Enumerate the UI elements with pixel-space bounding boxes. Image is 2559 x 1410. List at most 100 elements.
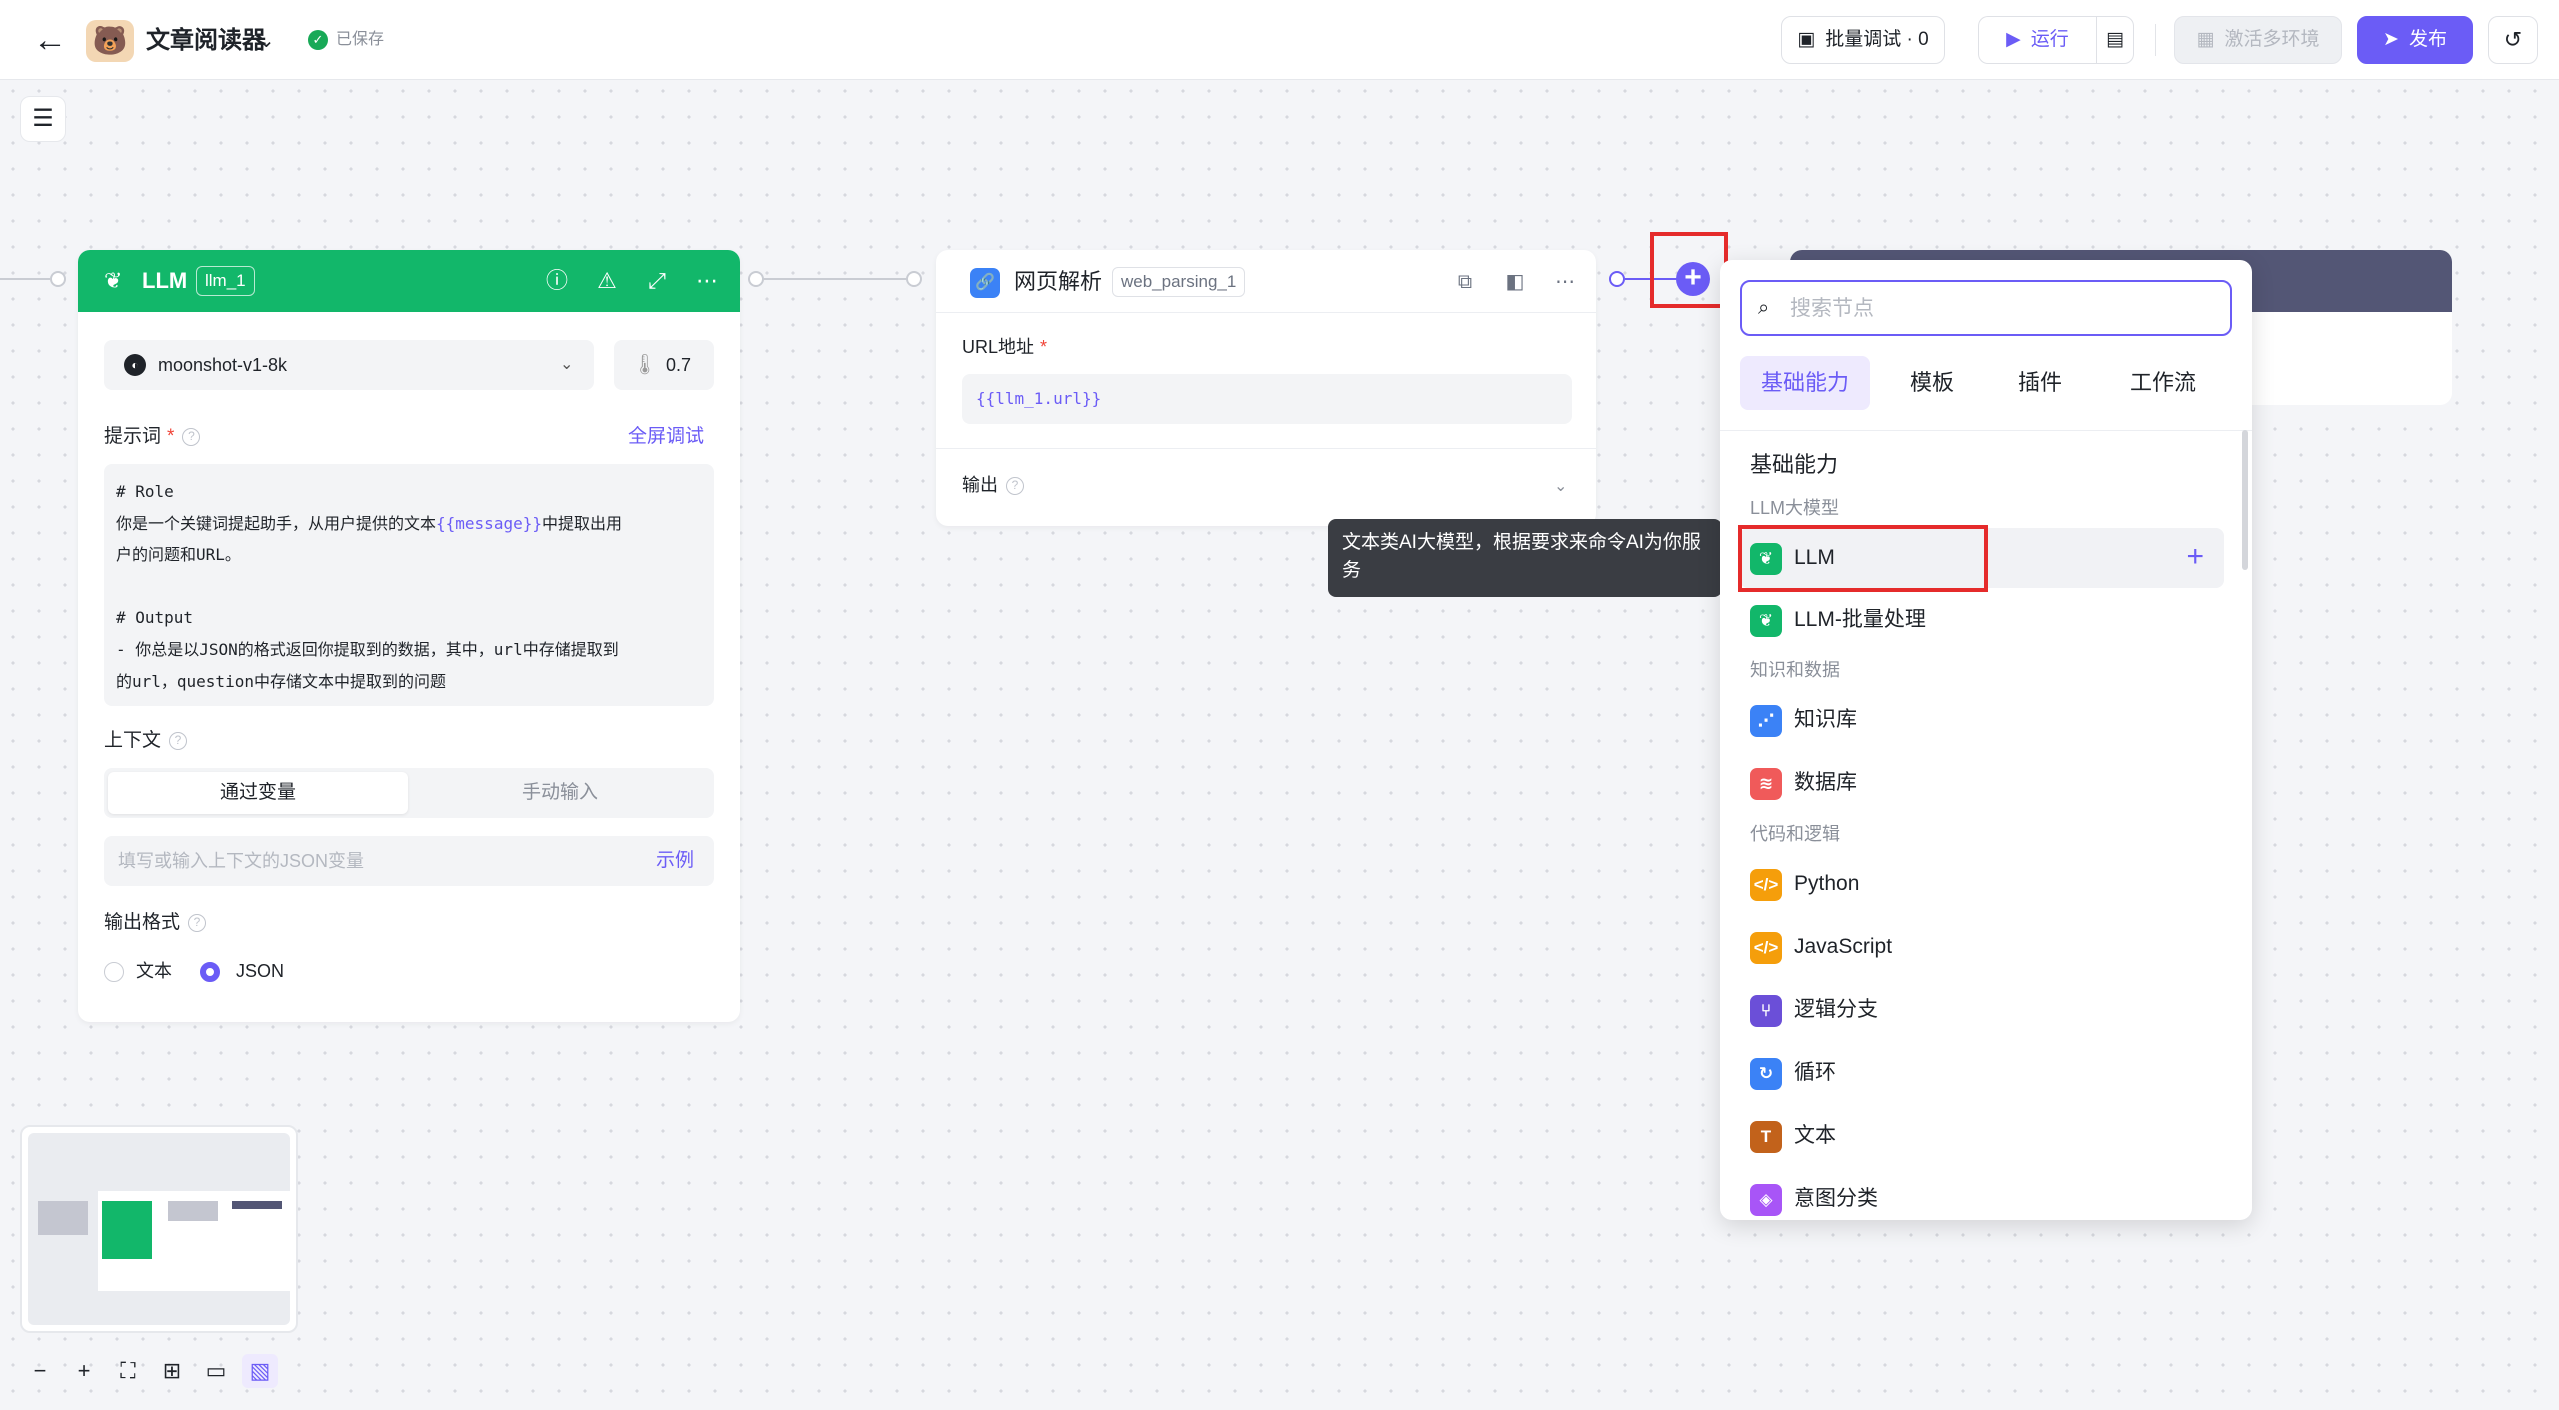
help-icon[interactable]: ? xyxy=(188,913,207,932)
help-icon[interactable]: ? xyxy=(1006,477,1024,496)
scrollbar[interactable] xyxy=(2242,430,2248,570)
python-icon: </> xyxy=(1750,869,1782,901)
tab-basic[interactable]: 基础能力 xyxy=(1740,356,1870,410)
batch-debug-label: 批量调试 · 0 xyxy=(1825,29,1929,50)
url-value: {{llm_1.url}} xyxy=(976,389,1102,408)
context-label-text: 上下文 xyxy=(104,730,162,751)
chevron-down-icon[interactable]: ⌄ xyxy=(258,24,275,58)
check-circle-icon: ✓ xyxy=(308,30,328,50)
context-label: 上下文? xyxy=(104,728,188,754)
zoom-out-icon[interactable]: − xyxy=(22,1354,58,1388)
back-arrow-icon[interactable]: ← xyxy=(28,18,72,62)
tooltip: 文本类AI大模型，根据要求来命令AI为你服务 xyxy=(1328,519,1722,597)
output-format-label-text: 输出格式 xyxy=(104,912,181,933)
prompt-label-text: 提示词 xyxy=(104,426,162,447)
web-parsing-node[interactable]: 🔗 网页解析 web_parsing_1 ⧉ ◧ ⋯ URL地址 * {{llm_… xyxy=(936,250,1596,526)
web-node-id[interactable]: web_parsing_1 xyxy=(1112,267,1246,297)
node-item-text[interactable]: T 文本 xyxy=(1740,1106,2224,1166)
url-input[interactable]: {{llm_1.url}} xyxy=(962,374,1572,424)
output-format-label: 输出格式? xyxy=(104,910,207,936)
tab-plugin[interactable]: 插件 xyxy=(1990,356,2090,410)
warning-icon[interactable]: ⚠ xyxy=(592,266,622,296)
app-avatar-icon: 🐻 xyxy=(86,20,134,62)
zoom-in-icon[interactable]: + xyxy=(66,1354,102,1388)
input-port[interactable] xyxy=(50,271,66,287)
llm-node-header[interactable]: ❦ LLM llm_1 ⓘ ⚠ ⤢ ⋯ xyxy=(78,250,740,312)
llm-output-port[interactable] xyxy=(748,271,764,287)
comment-icon[interactable]: ▭ xyxy=(198,1354,234,1388)
fit-view-icon[interactable]: ⛶ xyxy=(110,1354,146,1388)
node-item-label: JavaScript xyxy=(1794,935,1893,958)
chevron-down-icon[interactable]: ⌄ xyxy=(1554,476,1567,496)
prompt-text: 你是一个关键词提起助手，从用户提供的文本 xyxy=(116,513,437,533)
web-output-port[interactable] xyxy=(1609,271,1625,287)
edge-incoming xyxy=(0,278,50,280)
expand-icon[interactable]: ⤢ xyxy=(642,266,672,296)
node-item-label: Python xyxy=(1794,872,1860,895)
batch-debug-button[interactable]: ▣ 批量调试 · 0 xyxy=(1781,16,1945,64)
add-icon[interactable]: + xyxy=(2186,540,2204,574)
outline-toggle-icon[interactable]: ☰ xyxy=(20,96,66,142)
temperature-value: 0.7 xyxy=(666,355,692,375)
node-item-intent[interactable]: ◈ 意图分类 xyxy=(1740,1169,2224,1220)
model-name: moonshot-v1-8k xyxy=(158,355,288,375)
activate-env-button[interactable]: ▦ 激活多环境 xyxy=(2174,16,2342,64)
temperature-setting[interactable]: 🌡 0.7 xyxy=(614,340,714,390)
panel-icon[interactable]: ◧ xyxy=(1500,267,1530,297)
app-title[interactable]: 文章阅读器 xyxy=(146,24,266,58)
context-tab-manual[interactable]: 手动输入 xyxy=(410,772,710,814)
fullscreen-debug-link[interactable]: 全屏调试 xyxy=(628,424,704,450)
help-icon[interactable]: ? xyxy=(169,731,188,750)
prompt-editor[interactable]: # Role 你是一个关键词提起助手，从用户提供的文本{{message}}中提取… xyxy=(104,464,714,706)
prompt-blank-line xyxy=(116,571,702,603)
minimap-toggle-icon[interactable]: ▧ xyxy=(242,1354,278,1388)
copy-icon[interactable]: ⧉ xyxy=(1450,267,1480,297)
node-item-knowledge[interactable]: ⋰ 知识库 xyxy=(1740,690,2224,750)
node-item-label: 知识库 xyxy=(1794,708,1857,731)
help-icon[interactable]: ⓘ xyxy=(542,266,572,296)
radio-text[interactable] xyxy=(104,962,124,982)
model-select[interactable]: ◐ moonshot-v1-8k ⌄ xyxy=(104,340,594,390)
llm-node[interactable]: ❦ LLM llm_1 ⓘ ⚠ ⤢ ⋯ ◐ moonshot-v1-8k ⌄ 🌡… xyxy=(78,250,740,1022)
canvas-toolbar: − + ⛶ ⊞ ▭ ▧ xyxy=(20,1348,282,1392)
highlight-box xyxy=(1738,525,1988,592)
context-example-link[interactable]: 示例 xyxy=(656,848,694,874)
auto-layout-icon[interactable]: ⊞ xyxy=(154,1354,190,1388)
node-item-python[interactable]: </> Python xyxy=(1740,854,2224,914)
run-options-button[interactable]: ▤ xyxy=(2096,16,2134,64)
node-item-javascript[interactable]: </> JavaScript xyxy=(1740,917,2224,977)
node-item-loop[interactable]: ↻ 循环 xyxy=(1740,1043,2224,1103)
node-item-branch[interactable]: ⑂ 逻辑分支 xyxy=(1740,980,2224,1040)
more-icon[interactable]: ⋯ xyxy=(692,266,722,296)
prompt-line: - 你总是以JSON的格式返回你提取到的数据，其中，url中存储提取到 xyxy=(116,639,619,659)
output-label[interactable]: 输出? xyxy=(962,472,1024,498)
chevron-down-icon: ⌄ xyxy=(560,356,574,373)
radio-json[interactable] xyxy=(200,962,220,982)
node-item-label: 文本 xyxy=(1794,1124,1836,1147)
web-input-port[interactable] xyxy=(906,271,922,287)
context-tab-variable[interactable]: 通过变量 xyxy=(108,772,408,814)
loop-icon: ↻ xyxy=(1750,1058,1782,1090)
javascript-icon: </> xyxy=(1750,932,1782,964)
divider xyxy=(936,312,1596,313)
tab-template[interactable]: 模板 xyxy=(1882,356,1982,410)
node-item-label: 意图分类 xyxy=(1794,1187,1878,1210)
minimap[interactable] xyxy=(20,1125,298,1333)
search-input[interactable]: ⌕ 搜索节点 xyxy=(1740,280,2232,336)
publish-button[interactable]: ➤ 发布 xyxy=(2357,16,2473,64)
run-button[interactable]: ▶ 运行 xyxy=(1978,16,2096,64)
thermometer-icon: 🌡 xyxy=(632,354,658,376)
tab-workflow[interactable]: 工作流 xyxy=(2098,356,2228,410)
minimap-canvas xyxy=(28,1133,290,1325)
activate-env-label: 激活多环境 xyxy=(2224,29,2320,50)
text-icon: T xyxy=(1750,1121,1782,1153)
llm-node-id[interactable]: llm_1 xyxy=(196,266,255,296)
history-icon[interactable]: ↺ xyxy=(2488,16,2538,64)
more-icon[interactable]: ⋯ xyxy=(1550,267,1580,297)
node-item-database[interactable]: ≋ 数据库 xyxy=(1740,753,2224,813)
context-mode-toggle: 通过变量 手动输入 xyxy=(104,768,714,818)
node-picker-panel: ⌕ 搜索节点 基础能力 模板 插件 工作流 基础能力 LLM大模型 ❦ LLM … xyxy=(1720,260,2252,1220)
context-input[interactable]: 填写或输入上下文的JSON变量 示例 xyxy=(104,836,714,886)
help-icon[interactable]: ? xyxy=(182,427,201,446)
node-item-llm-batch[interactable]: ❦ LLM-批量处理 xyxy=(1740,590,2224,650)
